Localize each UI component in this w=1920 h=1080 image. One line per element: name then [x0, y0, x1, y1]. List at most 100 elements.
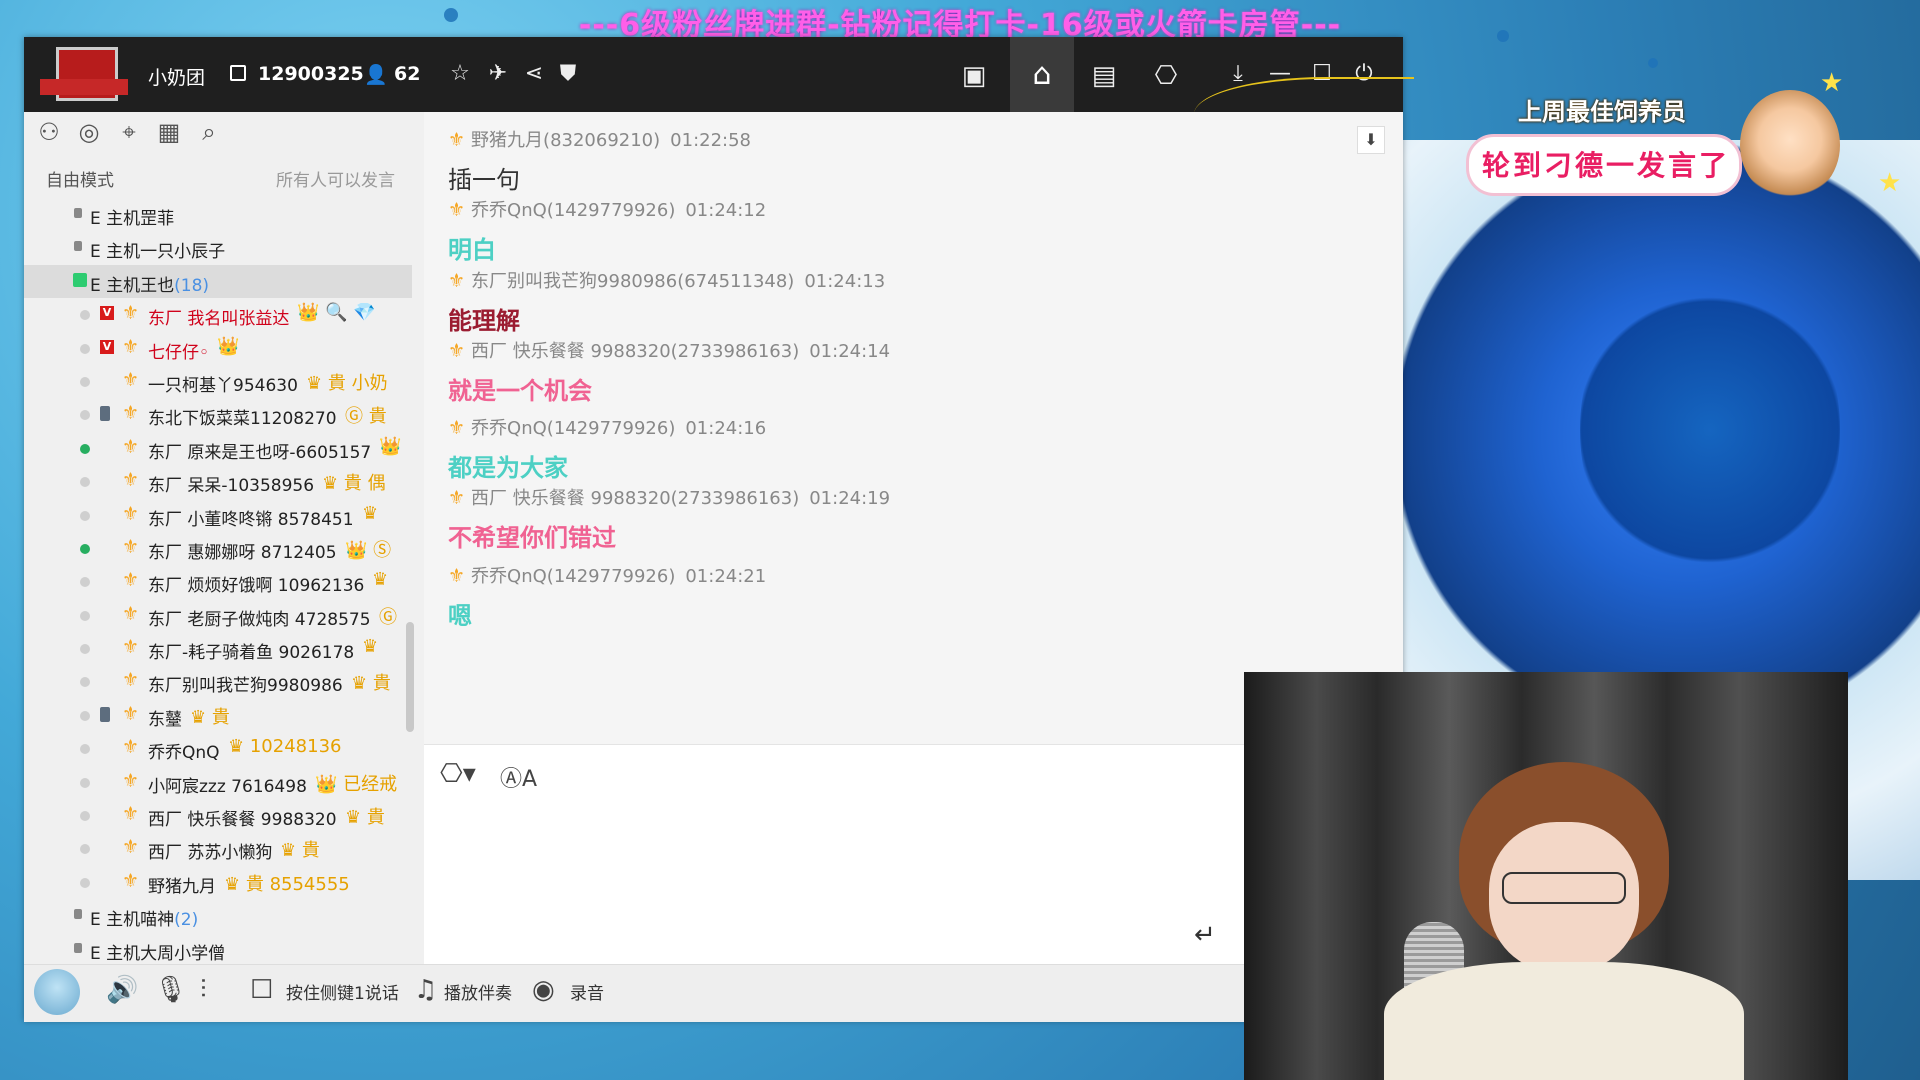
star-icon: ★	[1878, 168, 1902, 198]
message-meta: ⚜ 西厂 快乐餐餐 9988320(2733986163) 01:24:19	[448, 484, 890, 510]
member-badge-icon: ⚜	[122, 569, 140, 592]
video-icon[interactable]: ▣	[960, 61, 988, 91]
message-meta: ⚜ 乔乔QnQ(1429779926) 01:24:16	[448, 414, 766, 440]
push-to-talk-checkbox[interactable]: ☐	[250, 975, 273, 1005]
record-button[interactable]: 录音	[570, 979, 604, 1004]
message-sender[interactable]: 西厂 快乐餐餐 9988320(2733986163)	[471, 341, 799, 362]
message-meta: ⚜ 东厂别叫我芒狗9980986(674511348) 01:24:13	[448, 267, 885, 293]
chat-icon[interactable]: ◎	[74, 118, 104, 146]
channel-label: E 主机一只小辰子	[90, 237, 225, 262]
push-to-talk-label[interactable]: 按住侧键1说话	[286, 979, 399, 1004]
member-badge-icon: ⚜	[448, 199, 466, 221]
room-id: 12900325	[258, 63, 364, 85]
status-dot	[80, 744, 90, 755]
microphone-icon[interactable]: 🎙	[154, 975, 187, 1005]
message-time: 01:24:12	[685, 200, 767, 221]
message-sender[interactable]: 西厂 快乐餐餐 9988320(2733986163)	[471, 488, 799, 509]
play-music-button[interactable]: 播放伴奏	[444, 979, 512, 1004]
status-dot	[80, 577, 90, 588]
user-list-item[interactable]: ⚜ 东鼞 ♛ 貴	[24, 699, 412, 732]
music-icon[interactable]: ♫	[414, 975, 437, 1005]
user-badges: Ⓖ 貴	[345, 406, 387, 428]
shield-icon[interactable]: ⛊	[554, 61, 582, 86]
user-list-item[interactable]: ⚜ 西厂 快乐餐餐 9988320 ♛ 貴	[24, 799, 412, 832]
message-sender[interactable]: 乔乔QnQ(1429779926)	[471, 566, 675, 587]
channel-item[interactable]: E 主机大周小学僧	[24, 933, 412, 964]
message-sender[interactable]: 野猪九月(832069210)	[471, 130, 660, 151]
font-style-icon[interactable]: ⒶA	[500, 761, 537, 793]
star-icon[interactable]: ☆	[446, 61, 474, 86]
user-list-item[interactable]: ⚜ 一只柯基丫954630 ♛ 貴 小奶	[24, 365, 412, 398]
user-list-item[interactable]: ⚜ 乔乔QnQ ♛ 10248136	[24, 732, 412, 765]
message-time: 01:24:21	[685, 566, 767, 587]
user-name: 东厂 小董咚咚锵 8578451	[148, 509, 354, 530]
equalizer-icon[interactable]: ⫶	[200, 975, 207, 1006]
user-name: 东北下饭菜菜11208270	[148, 409, 337, 430]
message-sender[interactable]: 乔乔QnQ(1429779926)	[471, 200, 675, 221]
gamepad-icon[interactable]: ⎔	[1152, 61, 1180, 91]
user-badges: ♛ 10248136	[228, 736, 342, 758]
home-tab[interactable]: ⌂	[1010, 37, 1074, 112]
send-icon[interactable]: ↵	[1194, 920, 1216, 950]
speaker-icon[interactable]: 🔊	[106, 975, 138, 1005]
user-list-item[interactable]: ⚜ 东厂别叫我芒狗9980986 ♛ 貴	[24, 665, 412, 698]
user-list-item[interactable]: ⚜ 西厂 苏苏小懒狗 ♛ 貴	[24, 832, 412, 865]
scrollbar[interactable]	[406, 622, 414, 732]
message-time: 01:24:13	[804, 271, 886, 292]
lock-icon	[74, 208, 82, 218]
user-list-item[interactable]: ⚜ 东厂 惠娜娜呀 8712405 👑 Ⓢ	[24, 532, 412, 565]
location-icon[interactable]: ⌖	[114, 118, 144, 146]
share-icon[interactable]: ⋖	[520, 61, 548, 86]
user-list-item[interactable]: ⚜ 东厂 原来是王也呀-6605157 👑	[24, 432, 412, 465]
member-badge-icon: ⚜	[122, 869, 140, 892]
member-badge-icon: ⚜	[122, 602, 140, 625]
mode-label[interactable]: 自由模式	[46, 166, 114, 191]
user-list-item[interactable]: V ⚜ 七仔仔◦ 👑	[24, 332, 412, 365]
user-list-item[interactable]: ⚜ 野猪九月 ♛ 貴 8554555	[24, 866, 412, 899]
user-list-item[interactable]: ⚜ 东厂 小董咚咚锵 8578451 ♛	[24, 499, 412, 532]
avatar[interactable]	[34, 969, 80, 1015]
phone-icon	[100, 406, 110, 422]
channel-item[interactable]: E 主机喵神(2)	[24, 899, 412, 932]
member-badge-icon: ⚜	[448, 129, 466, 151]
user-name: 东厂 呆呆-10358956	[148, 476, 315, 497]
user-name: 东厂 烦烦好饿啊 10962136	[148, 576, 365, 597]
plane-icon[interactable]: ✈	[484, 61, 512, 86]
room-logo[interactable]	[34, 43, 134, 105]
member-badge-icon: ⚜	[448, 340, 466, 362]
user-icon[interactable]: ⚇	[34, 118, 64, 146]
channel-item[interactable]: E 主机王也(18)	[24, 264, 412, 299]
search-icon[interactable]: ⌕	[194, 118, 224, 146]
message-sender[interactable]: 乔乔QnQ(1429779926)	[471, 418, 675, 439]
channel-user-count: (2)	[174, 910, 199, 931]
record-icon[interactable]: ◉	[532, 975, 555, 1005]
user-list-item[interactable]: ⚜ 东厂 呆呆-10358956 ♛ 貴 偶	[24, 465, 412, 498]
bg-dot	[1648, 58, 1658, 68]
status-dot	[80, 710, 90, 721]
user-list-item[interactable]: ⚜ 东厂 老厨子做炖肉 4728575 Ⓖ	[24, 599, 412, 632]
webcam-overlay	[1244, 672, 1848, 1080]
minimize-to-tray-icon[interactable]: ⤓	[1224, 61, 1252, 86]
chat-message: ⚜ 东厂别叫我芒狗9980986(674511348) 01:24:13 能理解	[448, 267, 885, 336]
message-meta: ⚜ 乔乔QnQ(1429779926) 01:24:21	[448, 562, 766, 588]
notes-icon[interactable]: ▦	[154, 118, 184, 146]
user-list-item[interactable]: ⚜ 东厂-耗子骑着鱼 9026178 ♛	[24, 632, 412, 665]
list-icon[interactable]: ▤	[1090, 61, 1118, 91]
message-time: 01:24:16	[685, 418, 767, 439]
user-list-item[interactable]: ⚜ 小阿宸zzz 7616498 👑 已经戒	[24, 766, 412, 799]
channel-label: E 主机王也(18)	[90, 271, 209, 296]
channel-item[interactable]: E 主机一只小辰子	[24, 231, 412, 264]
channel-item[interactable]: E 主机罡菲	[24, 198, 412, 231]
user-list-item[interactable]: V ⚜ 东厂 我名叫张益达 👑 🔍 💎	[24, 298, 412, 331]
chat-messages: ⬇ ⚜ 野猪九月(832069210) 01:22:58 插一句 ⚜ 乔乔QnQ(1429…	[424, 112, 1403, 744]
status-dot	[80, 644, 90, 655]
user-list-item[interactable]: ⚜ 东北下饭菜菜11208270 Ⓖ 貴	[24, 398, 412, 431]
member-badge-icon: ⚜	[122, 435, 140, 458]
user-list-item[interactable]: ⚜ 东厂 烦烦好饿啊 10962136 ♛	[24, 565, 412, 598]
user-badges: 👑	[217, 335, 240, 357]
user-badges: ♛ 貴 小奶	[306, 372, 388, 394]
scroll-down-button[interactable]: ⬇	[1357, 126, 1385, 154]
vip-icon: V	[100, 306, 114, 321]
game-emoji-icon[interactable]: ⎔▾	[440, 759, 476, 789]
message-sender[interactable]: 东厂别叫我芒狗9980986(674511348)	[471, 271, 794, 292]
